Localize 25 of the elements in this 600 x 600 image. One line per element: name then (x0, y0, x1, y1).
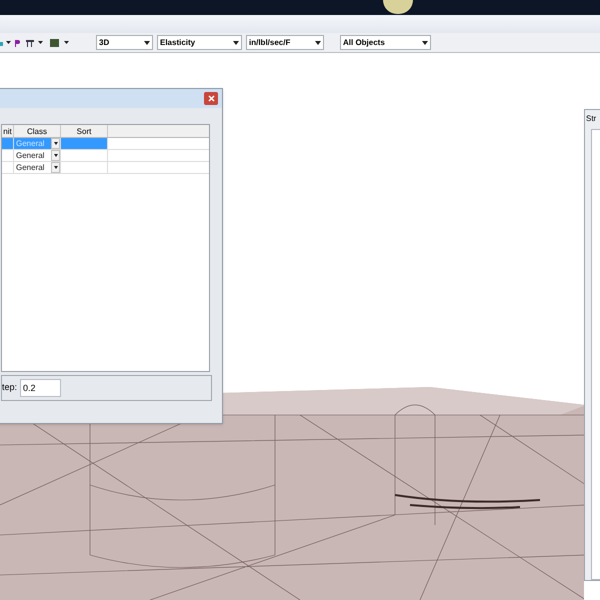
caret-icon (422, 40, 428, 44)
caret-icon (54, 142, 58, 145)
step-label: tep: (2, 381, 18, 394)
caret-icon (144, 40, 150, 44)
toolbar-dropdown[interactable]: in/lbl/sec/F (246, 35, 324, 50)
class-value: General (16, 162, 44, 174)
caret-icon (233, 40, 239, 44)
column-header[interactable]: Sort (61, 125, 108, 137)
caret-icon (54, 154, 58, 157)
column-header[interactable]: nit (2, 125, 14, 137)
dropdown-arrow-button[interactable] (51, 138, 60, 149)
toolbar-dropdown[interactable]: All Objects (340, 35, 431, 50)
toolbar-dropdown[interactable]: Elasticity (157, 35, 242, 50)
class-value: General (16, 138, 44, 150)
dropdown-arrow-button[interactable] (51, 150, 60, 161)
caret-icon (315, 40, 321, 44)
column-header[interactable]: Class (14, 125, 61, 137)
panel-title: Str (585, 113, 598, 125)
dropdown-arrow-button[interactable] (51, 162, 60, 173)
step-input[interactable]: 0.2 (20, 379, 62, 397)
close-button[interactable] (204, 92, 218, 105)
class-value: General (16, 150, 44, 162)
close-icon (208, 95, 214, 102)
toolbar-dropdown[interactable]: 3D (96, 35, 153, 50)
caret-icon (54, 166, 58, 169)
